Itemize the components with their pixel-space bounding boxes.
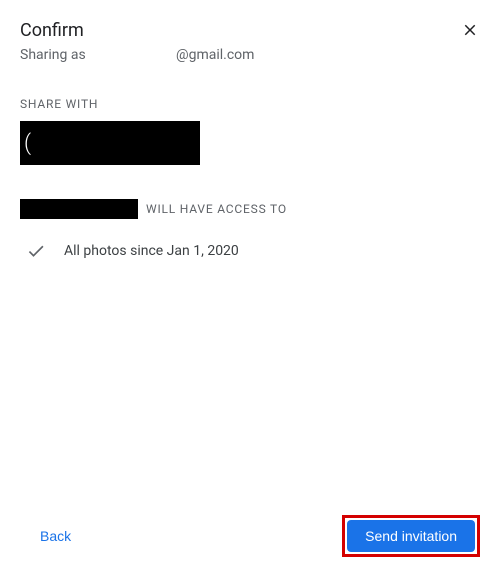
recipient-name-redacted (20, 199, 138, 219)
access-heading: WILL HAVE ACCESS TO (20, 199, 480, 219)
send-invitation-button[interactable]: Send invitation (347, 520, 475, 552)
access-label: WILL HAVE ACCESS TO (146, 202, 287, 216)
send-button-highlight: Send invitation (342, 515, 480, 557)
back-button[interactable]: Back (30, 520, 81, 552)
chip-paren: ( (24, 131, 31, 156)
dialog-title: Confirm (20, 20, 458, 41)
dialog-header: Confirm Sharing as @gmail.com (20, 20, 480, 63)
sharing-email-suffix: @gmail.com (176, 47, 254, 63)
close-icon (461, 21, 479, 39)
confirm-dialog: Confirm Sharing as @gmail.com SHARE WITH… (0, 0, 500, 575)
access-description: All photos since Jan 1, 2020 (64, 243, 239, 259)
dialog-footer: Back Send invitation (0, 515, 500, 557)
access-list-item: All photos since Jan 1, 2020 (20, 241, 480, 261)
recipient-chip-redacted[interactable]: ( (20, 121, 200, 165)
sharing-prefix: Sharing as (20, 47, 86, 63)
share-with-label: SHARE WITH (20, 97, 480, 111)
title-block: Confirm Sharing as @gmail.com (20, 20, 458, 63)
sharing-email-redacted (89, 47, 176, 63)
close-button[interactable] (458, 18, 482, 42)
check-icon (26, 241, 46, 261)
sharing-as-line: Sharing as @gmail.com (20, 47, 458, 63)
